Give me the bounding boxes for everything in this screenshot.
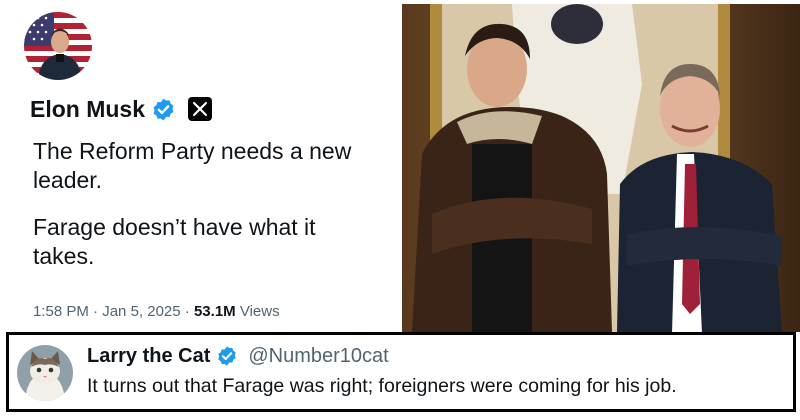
reply-author-handle[interactable]: @Number10cat bbox=[248, 345, 388, 368]
tweet-card: Elon Musk The Reform Party needs a new l… bbox=[0, 0, 400, 332]
attached-photo[interactable] bbox=[402, 4, 800, 332]
flag-portrait-image bbox=[24, 12, 92, 80]
reply-text: It turns out that Farage was right; fore… bbox=[87, 375, 677, 397]
tweet-text-paragraph-2: Farage doesn’t have what it takes. bbox=[33, 214, 316, 269]
x-logo-icon bbox=[188, 97, 213, 121]
meta-separator: · bbox=[93, 303, 99, 320]
tweet-text-paragraph-1: The Reform Party needs a new leader. bbox=[33, 138, 352, 193]
verified-icon bbox=[216, 345, 238, 367]
meta-separator: · bbox=[184, 303, 190, 320]
reply-author-name[interactable]: Larry the Cat bbox=[87, 345, 210, 368]
verified-icon bbox=[151, 97, 176, 122]
tweet-date[interactable]: Jan 5, 2025 bbox=[102, 303, 180, 320]
tweet-metadata: 1:58 PM · Jan 5, 2025 · 53.1M Views bbox=[33, 303, 280, 320]
author-row: Elon Musk bbox=[30, 92, 213, 126]
reply-card: Larry the Cat @Number10cat It turns out … bbox=[6, 332, 796, 412]
views-label: Views bbox=[239, 303, 280, 320]
reply-author-row: Larry the Cat @Number10cat bbox=[87, 343, 389, 369]
tweet-time[interactable]: 1:58 PM bbox=[33, 303, 89, 320]
author-name[interactable]: Elon Musk bbox=[30, 96, 145, 123]
author-avatar[interactable] bbox=[24, 12, 92, 80]
photo-image bbox=[402, 4, 800, 332]
views-count[interactable]: 53.1M bbox=[194, 303, 236, 320]
cat-portrait-image bbox=[17, 345, 73, 401]
reply-author-avatar[interactable] bbox=[17, 345, 73, 401]
